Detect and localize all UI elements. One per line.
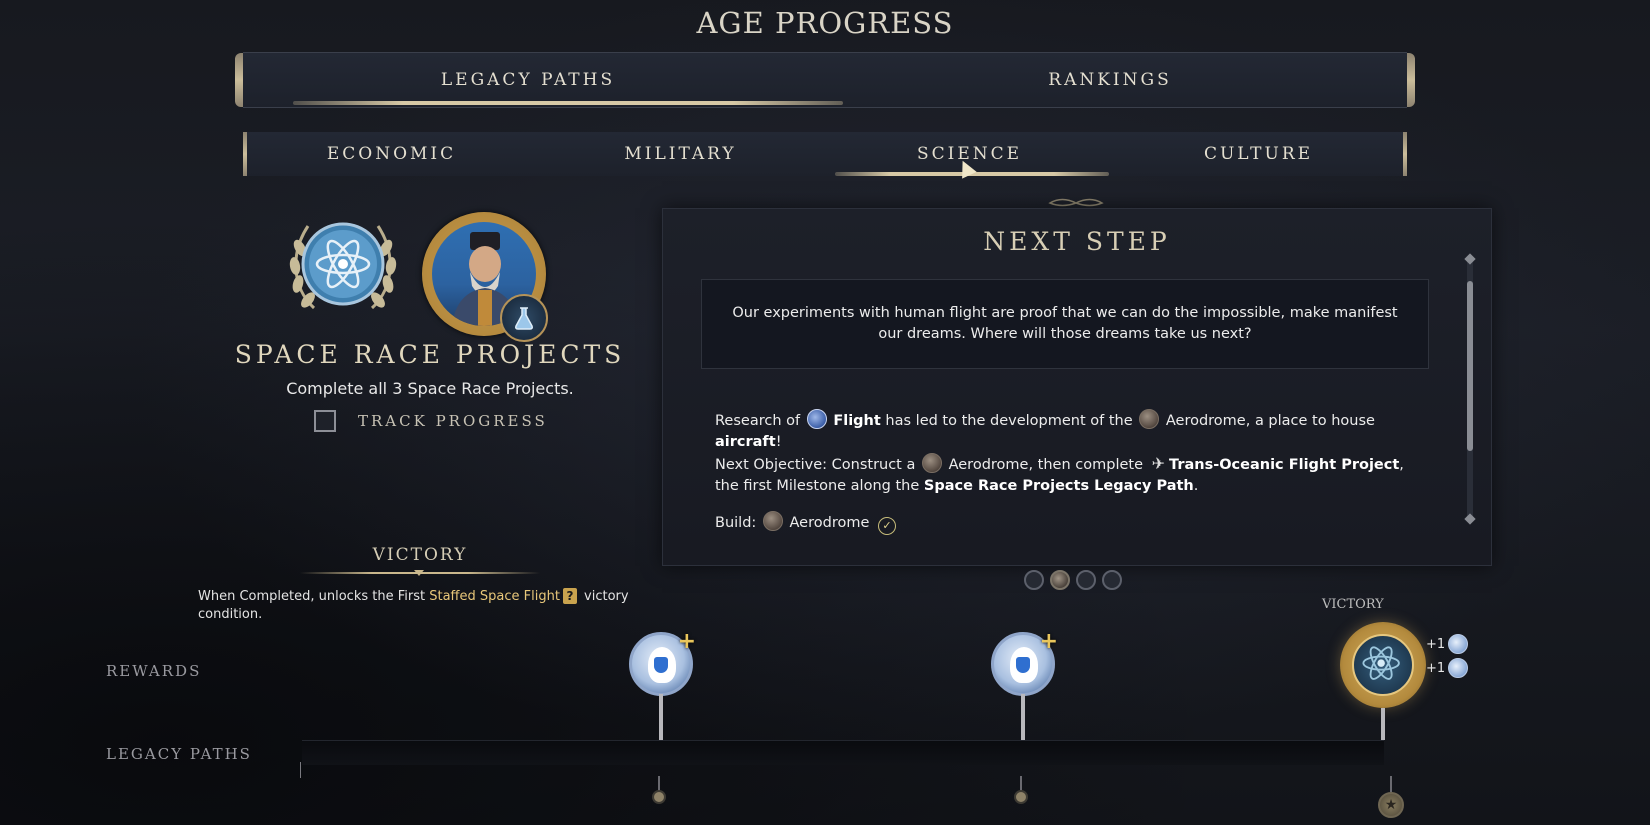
- check-icon: ✓: [878, 517, 896, 535]
- bonus-value: +1: [1426, 660, 1446, 676]
- reward-science-icon[interactable]: +: [991, 629, 1058, 696]
- pager-dot-2[interactable]: [1050, 570, 1070, 590]
- atom-icon: [1352, 634, 1414, 696]
- track-progress-label: TRACK PROGRESS: [358, 412, 548, 430]
- page-title: AGE PROGRESS: [696, 6, 954, 40]
- reward-connector: [659, 694, 663, 740]
- build-requirement: Build: Aerodrome ✓: [715, 511, 1415, 535]
- age-progress-screen: AGE PROGRESS LEGACY PATHS RANKINGS ECONO…: [0, 0, 1650, 825]
- tab-military[interactable]: MILITARY: [536, 132, 825, 176]
- reward-science-icon[interactable]: +: [629, 629, 696, 696]
- next-step-title: NEXT STEP: [983, 227, 1171, 256]
- science-point-icon: [1448, 658, 1469, 678]
- flight-icon: [806, 409, 827, 429]
- aircraft-link[interactable]: aircraft: [715, 434, 776, 450]
- tab-bar-bracket-right: [1407, 53, 1415, 107]
- objective-paragraph: Next Objective: Construct a Aerodrome, t…: [715, 453, 1415, 497]
- plus-icon: +: [677, 629, 696, 654]
- category-tab-bar: ECONOMIC MILITARY SCIENCE CULTURE: [243, 132, 1407, 176]
- tab-bar-bracket-left: [235, 53, 243, 107]
- reward-connector: [1021, 694, 1025, 740]
- progress-start-tick: [300, 762, 301, 778]
- star-icon[interactable]: ★: [1378, 792, 1404, 818]
- flask-icon: [1016, 657, 1030, 673]
- bonus-value: +1: [1426, 636, 1446, 652]
- victory-description: When Completed, unlocks the First Staffe…: [198, 588, 638, 624]
- rewards-row-label: REWARDS: [106, 662, 202, 680]
- legacy-path-title: SPACE RACE PROJECTS: [234, 340, 626, 369]
- milestone-connector: [1390, 776, 1392, 792]
- bonus-reward: +1: [1426, 634, 1469, 654]
- aerodrome-icon: [1139, 409, 1160, 429]
- victory-desc-prefix: When Completed, unlocks the First: [198, 589, 430, 604]
- aerodrome-icon: [921, 453, 942, 473]
- scrollbar-thumb[interactable]: [1467, 281, 1473, 451]
- project-link[interactable]: Trans-Oceanic Flight Project: [1169, 457, 1399, 473]
- aerodrome-icon: [762, 511, 783, 531]
- next-step-panel: NEXT STEP Our experiments with human fli…: [662, 208, 1492, 566]
- flavor-quote: Our experiments with human flight are pr…: [701, 279, 1429, 369]
- build-label: Build:: [715, 515, 757, 531]
- panel-ornament-icon: [1048, 198, 1104, 207]
- flight-tech-link[interactable]: Flight: [833, 413, 880, 429]
- track-progress-checkbox[interactable]: [314, 410, 336, 432]
- research-paragraph: Research of Flight has led to the develo…: [715, 409, 1415, 453]
- tab-legacy-paths[interactable]: LEGACY PATHS: [243, 53, 813, 107]
- text-segment: Research of: [715, 413, 805, 429]
- text-segment: Aerodrome, a place to house: [1165, 413, 1375, 429]
- science-flask-badge-icon: [500, 294, 548, 342]
- victory-connector: [1381, 708, 1385, 740]
- victory-reward-label: VICTORY: [1322, 597, 1384, 612]
- main-tab-bar: LEGACY PATHS RANKINGS: [235, 52, 1415, 108]
- milestone-marker[interactable]: [652, 790, 666, 804]
- science-laurel-emblem-icon: [289, 222, 397, 310]
- legacy-paths-row-label: LEGACY PATHS: [106, 745, 252, 763]
- pager-dot-4[interactable]: [1102, 570, 1122, 590]
- category-bar-bracket-right: [1403, 132, 1407, 176]
- text-segment: Aerodrome, then complete: [948, 457, 1148, 473]
- pager-dot-1[interactable]: [1024, 570, 1044, 590]
- victory-heading: VICTORY: [372, 545, 468, 565]
- text-segment: !: [775, 434, 782, 450]
- tab-rankings[interactable]: RANKINGS: [813, 53, 1407, 107]
- legacy-path-link[interactable]: Space Race Projects Legacy Path: [924, 478, 1194, 494]
- text-segment: Next Objective: Construct a: [715, 457, 920, 473]
- pager-dot-3[interactable]: [1076, 570, 1096, 590]
- science-point-icon: [1448, 634, 1469, 654]
- victory-condition-link[interactable]: Staffed Space Flight: [429, 589, 560, 604]
- legacy-path-progress-bar: [302, 740, 1384, 765]
- selected-tab-indicator: [293, 101, 843, 105]
- bonus-reward: +1: [1426, 658, 1469, 678]
- build-item: Aerodrome: [789, 515, 870, 531]
- text-segment: .: [1193, 478, 1199, 494]
- plane-icon: ✈: [1151, 454, 1166, 473]
- legacy-path-description: Complete all 3 Space Race Projects.: [286, 379, 574, 398]
- track-progress-toggle[interactable]: TRACK PROGRESS: [314, 410, 548, 432]
- flask-icon: [654, 657, 668, 673]
- tab-culture[interactable]: CULTURE: [1114, 132, 1403, 176]
- help-question-icon[interactable]: ?: [562, 588, 577, 604]
- plus-icon: +: [1039, 629, 1058, 654]
- tab-economic[interactable]: ECONOMIC: [247, 132, 536, 176]
- text-segment: has led to the development of the: [880, 413, 1138, 429]
- victory-medal[interactable]: [1340, 622, 1426, 708]
- next-step-body: Research of Flight has led to the develo…: [715, 409, 1415, 535]
- step-pager: [1024, 570, 1122, 590]
- milestone-marker[interactable]: [1014, 790, 1028, 804]
